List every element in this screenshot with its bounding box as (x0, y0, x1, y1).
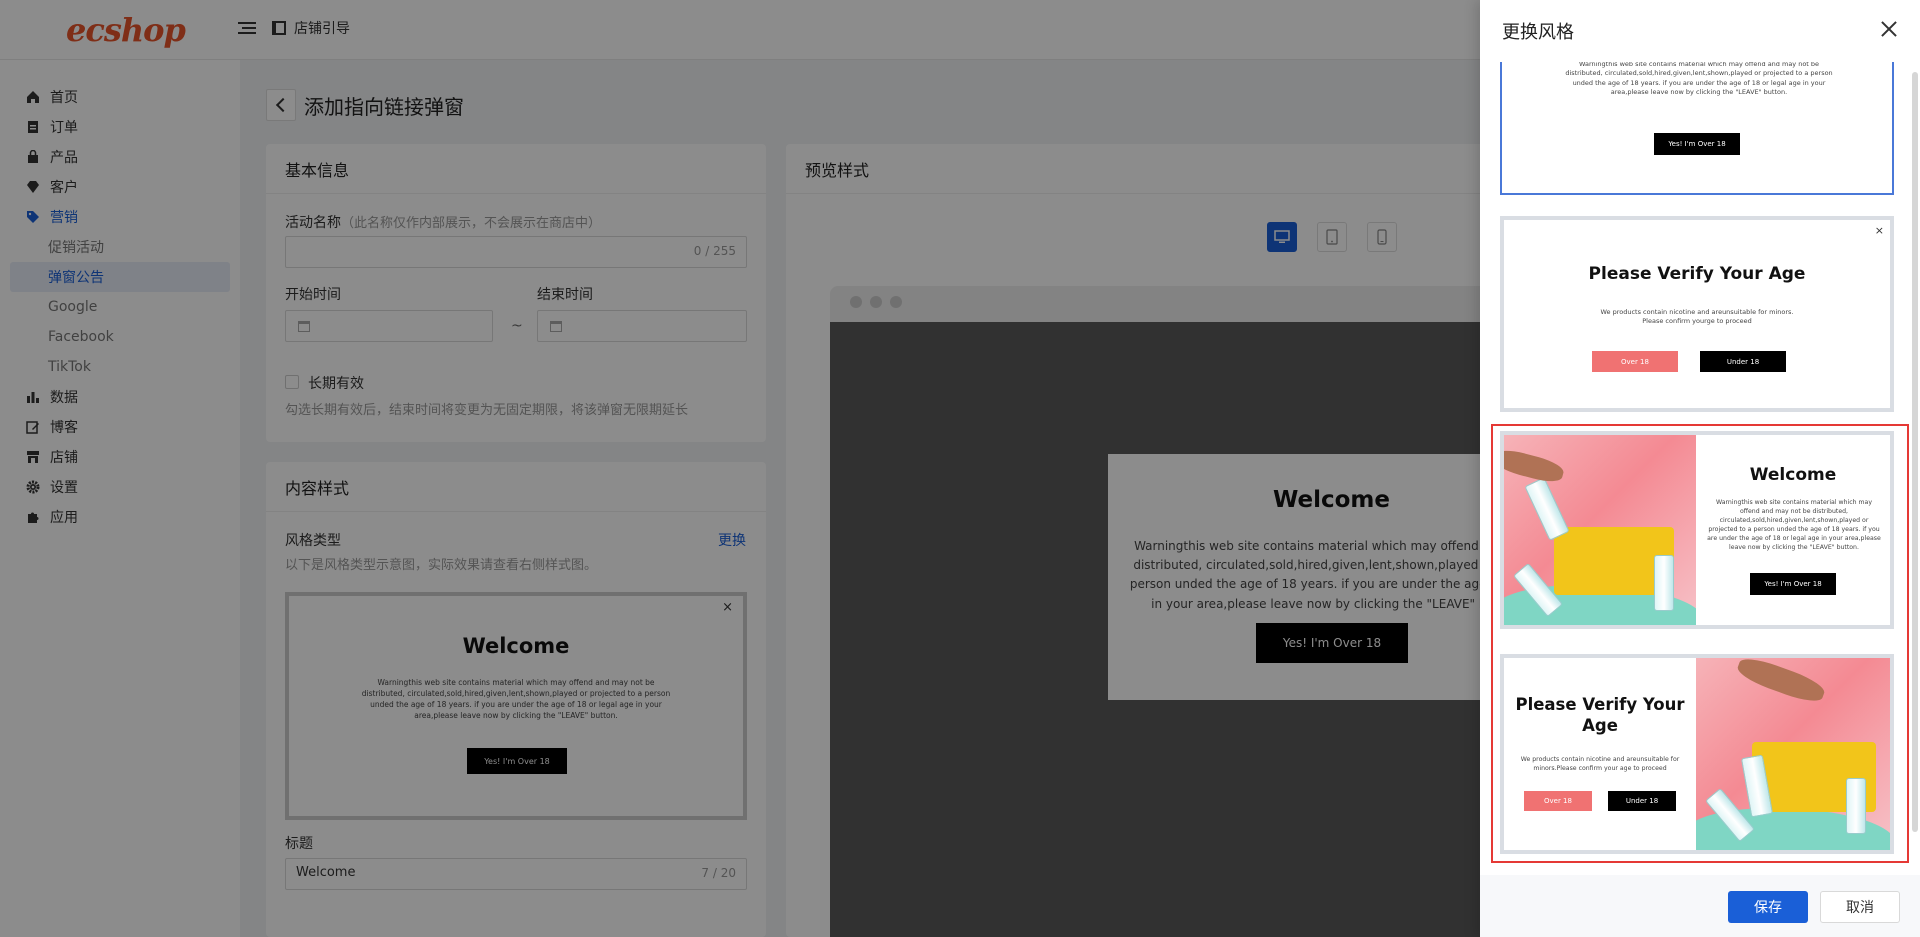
close-icon[interactable] (1880, 20, 1898, 38)
drawer-scrollbar[interactable] (1912, 72, 1918, 832)
change-style-drawer: 更换风格 Warningthis web site contains mater… (1480, 0, 1920, 937)
save-button[interactable]: 保存 (1728, 891, 1808, 923)
style-option-verify[interactable]: × Please Verify Your Age We products con… (1500, 216, 1894, 412)
drawer-title: 更换风格 (1502, 22, 1574, 43)
selection-highlight (1491, 424, 1909, 863)
style2-under-button: Under 18 (1700, 351, 1786, 372)
style1-confirm-button: Yes! I'm Over 18 (1654, 133, 1740, 155)
style2-over-button: Over 18 (1592, 351, 1678, 372)
drawer-footer: 保存 取消 (1480, 875, 1920, 937)
style-list: Warningthis web site contains material w… (1480, 62, 1920, 875)
modal-overlay[interactable] (0, 0, 1480, 937)
style1-body: Warningthis web site contains material w… (1565, 62, 1833, 97)
style2-body: We products contain nicotine and areunsu… (1600, 308, 1794, 326)
style2-title: Please Verify Your Age (1588, 264, 1806, 284)
close-icon: × (1874, 224, 1884, 237)
style-option-welcome[interactable]: Warningthis web site contains material w… (1500, 62, 1894, 195)
cancel-button[interactable]: 取消 (1820, 891, 1900, 923)
